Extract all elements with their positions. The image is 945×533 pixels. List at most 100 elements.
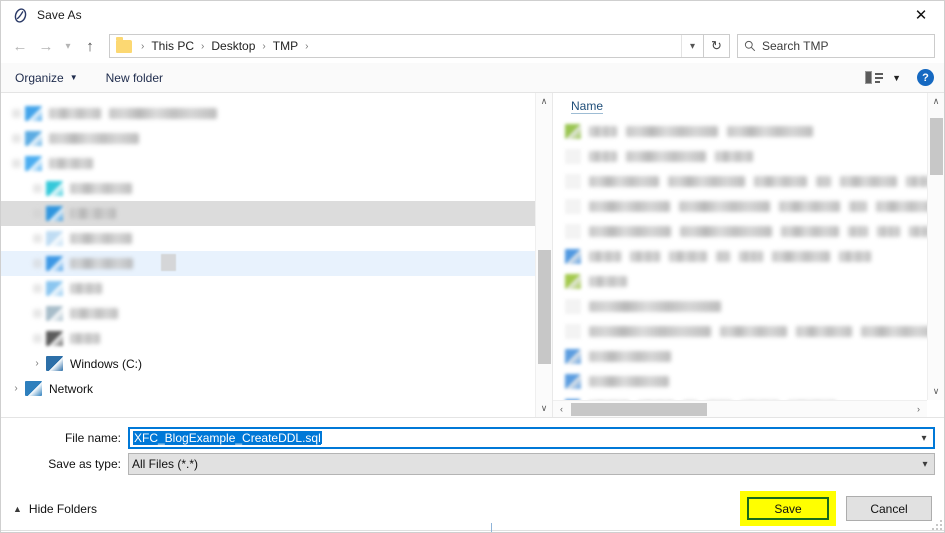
chevron-down-icon[interactable]: ▾ [916, 459, 934, 470]
tree-item-label: Network [49, 381, 94, 396]
file-name-value-wrap: XFC_BlogExample_CreateDDL.sql [133, 431, 915, 445]
redacted-file-name [847, 226, 869, 237]
breadcrumb[interactable]: › This PC › Desktop › TMP › ▾ [109, 34, 704, 58]
redacted-file-name [772, 251, 830, 262]
tree-item[interactable] [1, 201, 552, 226]
scroll-left-icon[interactable]: ‹ [553, 404, 570, 414]
tree-item[interactable] [1, 251, 552, 276]
scroll-right-icon[interactable]: › [910, 404, 927, 414]
tree-item-icon [46, 331, 63, 346]
file-list-row[interactable] [565, 144, 944, 169]
drag-ghost-icon [161, 254, 176, 271]
chevron-right-icon[interactable] [7, 159, 25, 168]
redacted-file-name [840, 176, 898, 187]
tree-item[interactable] [1, 276, 552, 301]
redacted-file-name [667, 176, 746, 187]
form-area: File name: XFC_BlogExample_CreateDDL.sql… [1, 418, 944, 485]
scroll-down-icon[interactable]: ∨ [536, 400, 552, 417]
organize-button[interactable]: Organize ▼ [15, 71, 78, 85]
new-folder-button[interactable]: New folder [106, 71, 163, 85]
tree-item[interactable] [1, 326, 552, 351]
refresh-icon[interactable]: ↻ [704, 34, 730, 58]
tree-item-icon [46, 356, 63, 371]
file-list-row[interactable] [565, 344, 944, 369]
file-list-row[interactable] [565, 244, 944, 269]
tree-item-icon [46, 231, 63, 246]
file-list-row[interactable] [565, 194, 944, 219]
file-icon [565, 124, 581, 139]
search-input[interactable]: Search TMP [737, 34, 935, 58]
file-list-row[interactable] [565, 269, 944, 294]
chevron-right-icon[interactable]: › [7, 383, 25, 394]
scroll-up-icon[interactable]: ∧ [928, 93, 944, 110]
recent-locations-chevron-down-icon[interactable]: ▾ [59, 33, 77, 59]
breadcrumb-item-this-pc[interactable]: This PC [148, 39, 197, 53]
tree-item[interactable] [1, 151, 552, 176]
nav-pane-scrollbar[interactable]: ∧ ∨ [535, 93, 552, 417]
file-list-horizontal-scrollbar[interactable]: ‹ › [553, 400, 944, 417]
list-view-icon[interactable] [865, 70, 884, 85]
chevron-right-icon[interactable] [28, 284, 46, 293]
redacted-label [70, 183, 132, 194]
scrollbar-thumb[interactable] [538, 250, 551, 364]
view-chevron-down-icon[interactable]: ▼ [892, 73, 901, 83]
redacted-file-name [727, 126, 813, 137]
redacted-file-name [630, 251, 660, 262]
redacted-chevron [11, 109, 21, 118]
chevron-right-icon[interactable] [28, 184, 46, 193]
save-as-type-select[interactable]: All Files (*.*) ▾ [128, 453, 935, 475]
chevron-right-icon[interactable] [7, 109, 25, 118]
file-list-row[interactable] [565, 319, 944, 344]
chevron-right-icon[interactable] [7, 134, 25, 143]
file-list-row[interactable] [565, 119, 944, 144]
column-header-name[interactable]: Name [571, 99, 604, 114]
tree-item[interactable] [1, 126, 552, 151]
file-list-scrollbar[interactable]: ∧ ∨ [927, 93, 944, 400]
arrow-up-icon[interactable]: ↑ [77, 33, 103, 59]
close-button[interactable]: ✕ [898, 1, 944, 29]
redacted-chevron [32, 259, 42, 268]
file-icon [565, 274, 581, 289]
save-as-type-label: Save as type: [48, 457, 121, 471]
chevron-right-icon[interactable] [28, 334, 46, 343]
hide-folders-button[interactable]: ▲ Hide Folders [13, 502, 97, 516]
resize-grip-icon[interactable] [930, 518, 942, 530]
chevron-right-icon[interactable] [28, 234, 46, 243]
tree-item[interactable]: › Windows (C:) [1, 351, 552, 376]
tree-item[interactable] [1, 176, 552, 201]
tree-item[interactable]: › Network [1, 376, 552, 401]
file-name-input[interactable]: XFC_BlogExample_CreateDDL.sql ▾ [128, 427, 935, 449]
scroll-up-icon[interactable]: ∧ [536, 93, 552, 110]
tree-item[interactable] [1, 226, 552, 251]
chevron-right-icon[interactable] [28, 309, 46, 318]
breadcrumb-item-tmp[interactable]: TMP [270, 39, 301, 53]
save-button[interactable]: Save [747, 497, 829, 520]
scroll-down-icon[interactable]: ∨ [928, 383, 944, 400]
breadcrumb-item-desktop[interactable]: Desktop [208, 39, 258, 53]
chevron-down-icon[interactable]: ▾ [915, 433, 933, 444]
dbvis-icon [12, 7, 28, 23]
redacted-file-name [589, 151, 617, 162]
chevron-right-icon[interactable]: › [28, 358, 46, 369]
tree-item[interactable] [1, 301, 552, 326]
file-list-row[interactable] [565, 369, 944, 394]
redacted-file-name [780, 226, 839, 237]
breadcrumb-chevron-down-icon[interactable]: ▾ [681, 35, 703, 57]
file-list-row[interactable] [565, 219, 944, 244]
file-icon [565, 199, 581, 214]
file-list-row[interactable] [565, 294, 944, 319]
save-button-highlight: Save [740, 491, 836, 526]
chevron-up-icon: ▲ [13, 503, 22, 514]
arrow-left-icon[interactable]: ← [7, 33, 33, 59]
scrollbar-thumb[interactable] [930, 117, 943, 175]
redacted-chevron [32, 234, 42, 243]
scrollbar-thumb[interactable] [571, 403, 707, 416]
tree-item[interactable] [1, 101, 552, 126]
cancel-button[interactable]: Cancel [846, 496, 932, 521]
redacted-file-name [626, 126, 718, 137]
chevron-right-icon[interactable] [28, 209, 46, 218]
chevron-right-icon[interactable] [28, 259, 46, 268]
file-list-row[interactable] [565, 169, 944, 194]
arrow-right-icon[interactable]: → [33, 33, 59, 59]
help-button[interactable]: ? [917, 69, 934, 86]
